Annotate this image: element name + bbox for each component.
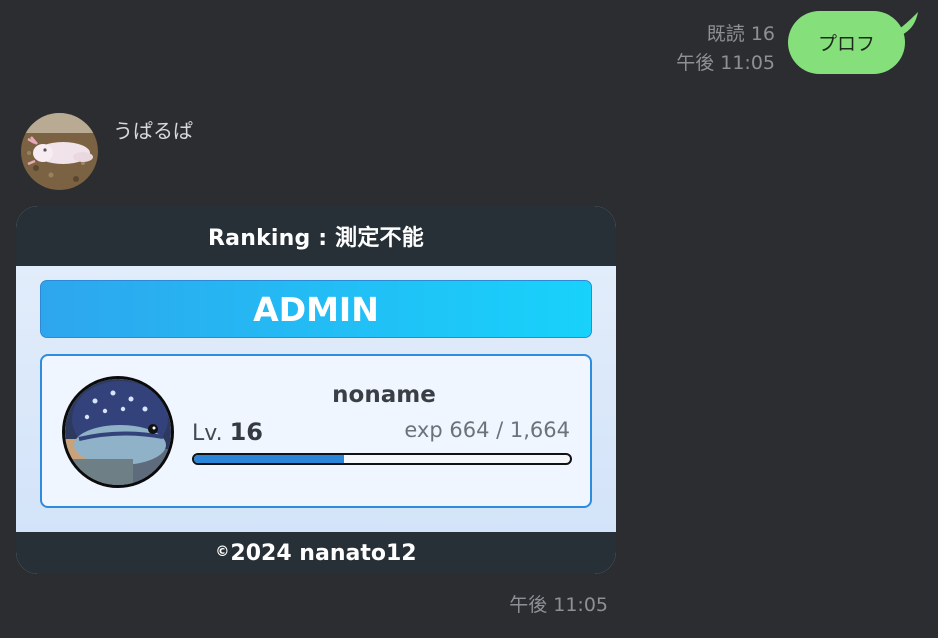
outgoing-meta: 既読 16 午後 11:05 (676, 20, 775, 78)
ranking-header: Ranking : 測定不能 (16, 206, 616, 266)
outgoing-time: 午後 11:05 (676, 52, 775, 74)
level-label: Lv. (192, 421, 223, 446)
chat-screen: 既読 16 午後 11:05 プロフ うぱるぱ Ranking : 測定不能 A… (0, 0, 938, 638)
read-status: 既読 16 (706, 23, 775, 45)
copyright-footer: © 2024 nanato12 (16, 532, 616, 574)
card-body: ADMIN noname Lv. 16 exp 664 / 1,664 (16, 266, 616, 532)
profile-box: noname Lv. 16 exp 664 / 1,664 (40, 354, 592, 508)
axolotl-photo (21, 113, 98, 190)
sender-name: うぱるぱ (113, 119, 193, 143)
sender-avatar[interactable] (21, 113, 98, 190)
exp-progress-fill (194, 455, 345, 463)
copyright-symbol: © (215, 544, 230, 560)
exp-progress-bar (192, 453, 572, 465)
outgoing-message-text: プロフ (817, 33, 875, 55)
exp-text: exp 664 / 1,664 (404, 418, 570, 442)
profile-username: noname (332, 382, 436, 408)
level-indicator: Lv. 16 (192, 418, 263, 446)
profile-avatar (62, 376, 174, 488)
whale-shark-plush-photo (65, 379, 171, 485)
copyright-text: 2024 nanato12 (230, 540, 417, 566)
profile-card[interactable]: Ranking : 測定不能 ADMIN noname Lv. 16 exp 6… (16, 206, 616, 574)
level-value: 16 (229, 418, 263, 446)
role-badge: ADMIN (40, 280, 592, 338)
incoming-time: 午後 11:05 (509, 594, 608, 616)
outgoing-message-bubble[interactable]: プロフ (788, 11, 905, 74)
